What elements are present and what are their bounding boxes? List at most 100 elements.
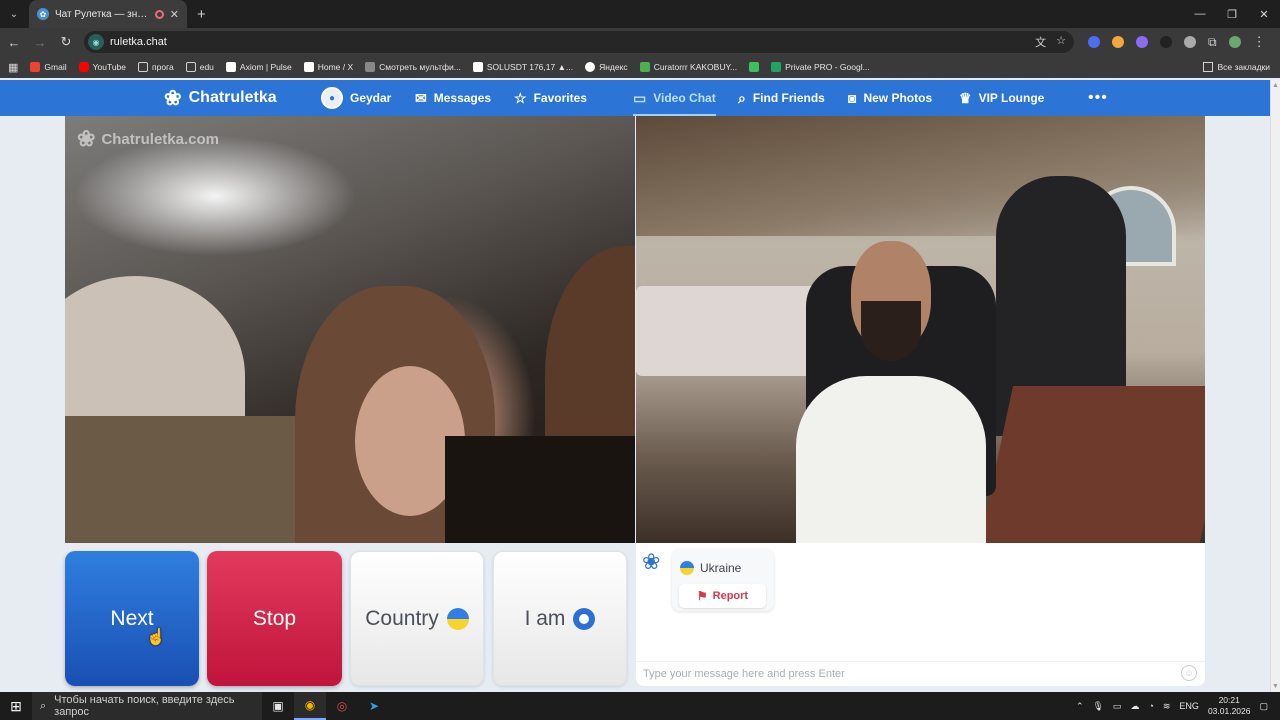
bookmark-star-icon[interactable]: ☆ (1056, 34, 1066, 50)
watermark-text: Chatruletka.com (101, 130, 219, 148)
bookmark-item[interactable]: Axiom | Pulse (225, 62, 292, 72)
report-button[interactable]: ⚑ Report (679, 584, 766, 608)
extension-icon[interactable] (1088, 36, 1100, 48)
close-tab-icon[interactable]: ✕ (170, 8, 179, 21)
nav-messages-label: Messages (433, 91, 492, 105)
emoji-icon[interactable]: ☺ (1181, 665, 1197, 681)
browser-tab-strip: ⌄ ✿ Чат Рулетка — знакомств... ✕ + — ❐ ✕ (0, 0, 1280, 28)
google-drive-icon (639, 62, 650, 72)
chat-message-input[interactable]: Type your message here and press Enter (636, 661, 1205, 686)
nav-find-friends[interactable]: ⌕ Find Friends (738, 80, 825, 116)
restore-icon[interactable]: ❐ (1216, 0, 1248, 28)
tray-chevron-icon[interactable]: ⌃ (1076, 701, 1084, 712)
site-navbar: ❀ Chatruletka ● Geydar ✉ Messages ☆ Favo… (0, 80, 1270, 116)
site-info-icon[interactable]: ◉ (88, 34, 104, 50)
nav-messages[interactable]: ✉ Messages (415, 80, 491, 116)
bookmark-item[interactable]: Gmail (30, 62, 67, 72)
country-button[interactable]: Country (350, 551, 484, 686)
bookmark-label: SOLUSDT 176,17 ▲... (486, 62, 574, 72)
wifi-icon[interactable]: ≋ (1163, 701, 1171, 712)
bookmark-item[interactable]: Curatorrr KAKOBUY... (639, 62, 738, 72)
bookmark-folder[interactable]: edu (185, 62, 214, 72)
taskbar-search[interactable]: ⌕ Чтобы начать поиск, введите здесь запр… (32, 692, 262, 720)
url-text: ruletka.chat (110, 36, 167, 48)
notifications-icon[interactable]: ▢ (1259, 701, 1268, 712)
translate-icon[interactable]: 文 (1035, 34, 1046, 50)
extension-icon[interactable] (1136, 36, 1148, 48)
nav-vip-label: VIP Lounge (978, 91, 1045, 105)
windows-start-icon[interactable]: ⊞ (0, 692, 32, 720)
recording-indicator-icon (154, 9, 164, 19)
system-tray: ⌃ 🎙 ▭ ☁ ◔ ≋ ENG 20:21 03.01.2026 ▢ (1076, 692, 1280, 720)
page-scrollbar[interactable] (1270, 80, 1280, 692)
browser-tab-active[interactable]: ✿ Чат Рулетка — знакомств... ✕ (29, 0, 187, 28)
profile-avatar-icon[interactable] (1228, 36, 1241, 48)
chat-input-placeholder: Type your message here and press Enter (643, 668, 845, 680)
browser-menu-icon[interactable]: ⋮ (1253, 34, 1266, 50)
self-video (636, 116, 1205, 543)
clock[interactable]: 20:21 03.01.2026 (1208, 695, 1251, 717)
volume-icon[interactable]: ◔ (1148, 701, 1153, 711)
extension-icon[interactable] (1160, 36, 1172, 48)
x-logo-icon (303, 62, 314, 72)
bookmark-label: Яндекс (599, 62, 628, 72)
partner-country-label: Ukraine (700, 561, 742, 575)
close-window-icon[interactable]: ✕ (1248, 0, 1280, 28)
telegram-icon[interactable]: ➤ (358, 692, 390, 720)
bookmark-item[interactable]: Яндекс (585, 62, 628, 72)
forward-button[interactable]: → (28, 35, 52, 50)
apps-grid-icon[interactable]: ▦ (8, 61, 18, 74)
flower-logo-icon: ❀ (642, 549, 661, 574)
bookmark-label: Private PRO - Googl... (785, 62, 870, 72)
extensions-puzzle-icon[interactable]: ⧉ (1208, 35, 1217, 50)
video-frame-shape (445, 436, 635, 543)
site-logo[interactable]: ❀ Chatruletka (164, 80, 277, 116)
bookmark-item[interactable]: YouTube (78, 62, 126, 72)
extension-icon[interactable] (1112, 36, 1124, 48)
extension-icon[interactable] (1184, 36, 1196, 48)
nav-new-photos[interactable]: ◙ New Photos (848, 80, 932, 116)
user-icon (573, 607, 596, 630)
window-controls: — ❐ ✕ (1184, 0, 1280, 28)
taskbar-search-placeholder: Чтобы начать поиск, введите здесь запрос (54, 694, 235, 718)
bookmark-item[interactable] (749, 62, 760, 72)
minimize-icon[interactable]: — (1184, 0, 1216, 28)
nav-user-profile[interactable]: ● Geydar (321, 80, 391, 116)
nav-vip-lounge[interactable]: ♛ VIP Lounge (959, 80, 1044, 116)
tab-search-icon[interactable]: ⌄ (3, 3, 25, 25)
back-button[interactable]: ← (2, 35, 26, 50)
address-bar[interactable]: ◉ ruletka.chat 文 ☆ (84, 31, 1074, 53)
bookmark-item[interactable]: Home / X (303, 62, 353, 72)
task-view-icon[interactable]: ▣ (262, 692, 294, 720)
axiom-icon (225, 62, 236, 72)
nav-video-chat[interactable]: ▭ Video Chat (633, 80, 716, 116)
clock-time: 20:21 (1218, 695, 1240, 705)
gender-button[interactable]: I am (493, 551, 627, 686)
chrome-icon[interactable]: ◉ (294, 692, 326, 720)
bookmark-item[interactable]: Смотреть мультфи... (365, 62, 461, 72)
microphone-icon[interactable]: 🎙 (1092, 701, 1103, 712)
tab-title: Чат Рулетка — знакомств... (55, 8, 149, 20)
bookmark-item[interactable]: Private PRO - Googl... (771, 62, 870, 72)
meet-now-icon[interactable]: ▭ (1113, 701, 1122, 712)
network-icon[interactable]: ☁ (1130, 701, 1139, 712)
bookmark-folder[interactable]: прога (138, 62, 174, 72)
ukraine-flag-icon (680, 561, 694, 575)
new-tab-button[interactable]: + (197, 6, 206, 23)
more-menu-icon[interactable]: ••• (1088, 80, 1108, 116)
flower-logo-icon: ❀ (77, 126, 96, 151)
app-icon[interactable]: ◎ (326, 692, 358, 720)
extensions-area: ⧉ ⋮ (1088, 34, 1266, 50)
all-bookmarks[interactable]: Все закладки (1203, 56, 1270, 78)
reload-button[interactable]: ↻ (54, 34, 78, 50)
nav-find-friends-label: Find Friends (752, 91, 825, 105)
bookmark-label: Curatorrr KAKOBUY... (653, 62, 738, 72)
stop-button[interactable]: Stop (207, 551, 342, 686)
nav-user-label: Geydar (350, 91, 392, 105)
flag-icon: ⚑ (696, 589, 708, 603)
yandex-icon (585, 62, 596, 72)
nav-favorites[interactable]: ☆ Favorites (514, 80, 587, 116)
language-indicator[interactable]: ENG (1179, 701, 1199, 711)
next-button[interactable]: Next (65, 551, 199, 686)
bookmark-item[interactable]: SOLUSDT 176,17 ▲... (472, 62, 574, 72)
